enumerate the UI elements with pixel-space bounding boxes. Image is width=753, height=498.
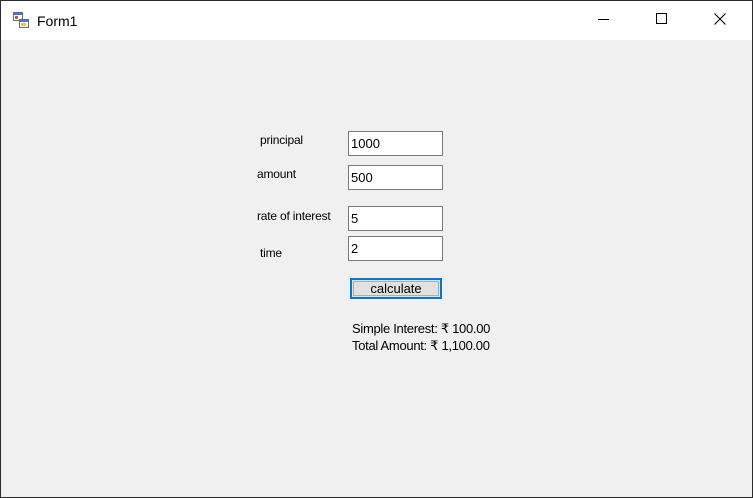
minimize-icon <box>598 12 610 30</box>
amount-label: amount <box>257 167 296 181</box>
window-title: Form1 <box>37 13 78 29</box>
winforms-app-icon <box>13 12 29 28</box>
principal-input[interactable] <box>348 131 443 156</box>
title-bar[interactable]: Form1 <box>1 1 752 40</box>
time-label: time <box>260 246 282 260</box>
calculate-button[interactable]: calculate <box>350 278 442 299</box>
simple-interest-result: Simple Interest: ₹ 100.00 <box>352 321 491 336</box>
rate-of-interest-input[interactable] <box>348 206 443 231</box>
close-icon <box>714 12 726 30</box>
amount-input[interactable] <box>348 165 443 190</box>
total-amount-result: Total Amount: ₹ 1,100.00 <box>352 338 490 353</box>
app-window: Form1 principal a <box>0 0 753 498</box>
maximize-icon <box>656 12 668 30</box>
minimize-button[interactable] <box>575 1 633 40</box>
maximize-button[interactable] <box>633 1 691 40</box>
principal-label: principal <box>260 133 303 147</box>
calculate-button-label: calculate <box>370 281 422 296</box>
rate-of-interest-label: rate of interest <box>257 209 331 223</box>
close-button[interactable] <box>691 1 749 40</box>
time-input[interactable] <box>348 236 443 261</box>
